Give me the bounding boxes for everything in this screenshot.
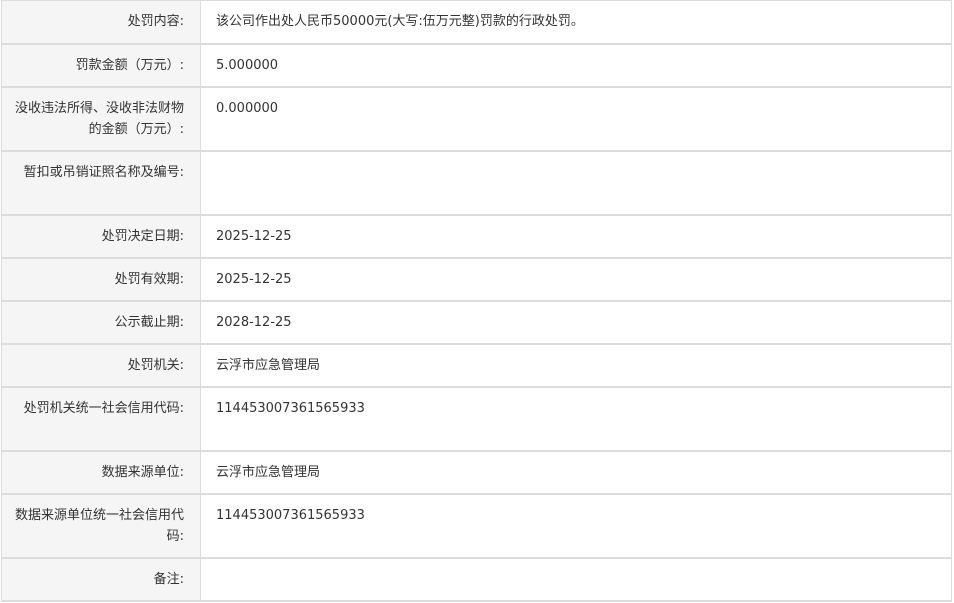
table-row: 数据来源单位: 云浮市应急管理局 xyxy=(1,450,952,495)
data-source-credit-code-label: 数据来源单位统一社会信用代码: xyxy=(1,493,201,559)
decision-date-value: 2025-12-25 xyxy=(200,214,952,259)
data-source-value: 云浮市应急管理局 xyxy=(200,450,952,495)
license-suspension-label: 暂扣或吊销证照名称及编号: xyxy=(1,150,201,216)
table-row: 公示截止期: 2028-12-25 xyxy=(1,300,952,345)
confiscation-amount-value: 0.000000 xyxy=(200,86,952,152)
penalty-authority-value: 云浮市应急管理局 xyxy=(200,343,952,388)
data-source-credit-code-value: 114453007361565933 xyxy=(200,493,952,559)
data-source-label: 数据来源单位: xyxy=(1,450,201,495)
table-row: 处罚机关统一社会信用代码: 114453007361565933 xyxy=(1,386,952,452)
table-row: 数据来源单位统一社会信用代码: 114453007361565933 xyxy=(1,493,952,559)
table-row: 处罚决定日期: 2025-12-25 xyxy=(1,214,952,259)
confiscation-amount-label: 没收违法所得、没收非法财物的金额（万元）: xyxy=(1,86,201,152)
table-row: 没收违法所得、没收非法财物的金额（万元）: 0.000000 xyxy=(1,86,952,152)
authority-credit-code-value: 114453007361565933 xyxy=(200,386,952,452)
remarks-label: 备注: xyxy=(1,557,201,602)
table-row: 罚款金额（万元）: 5.000000 xyxy=(1,43,952,88)
table-row: 备注: xyxy=(1,557,952,602)
license-suspension-value xyxy=(200,150,952,216)
validity-date-label: 处罚有效期: xyxy=(1,257,201,302)
table-row: 处罚机关: 云浮市应急管理局 xyxy=(1,343,952,388)
table-row: 处罚内容: 该公司作出处人民币50000元(大写:伍万元整)罚款的行政处罚。 xyxy=(1,0,952,45)
penalty-content-value: 该公司作出处人民币50000元(大写:伍万元整)罚款的行政处罚。 xyxy=(200,0,952,45)
penalty-authority-label: 处罚机关: xyxy=(1,343,201,388)
publicity-deadline-label: 公示截止期: xyxy=(1,300,201,345)
table-row: 处罚有效期: 2025-12-25 xyxy=(1,257,952,302)
authority-credit-code-label: 处罚机关统一社会信用代码: xyxy=(1,386,201,452)
publicity-deadline-value: 2028-12-25 xyxy=(200,300,952,345)
remarks-value xyxy=(200,557,952,602)
decision-date-label: 处罚决定日期: xyxy=(1,214,201,259)
fine-amount-value: 5.000000 xyxy=(200,43,952,88)
validity-date-value: 2025-12-25 xyxy=(200,257,952,302)
penalty-detail-table: 处罚内容: 该公司作出处人民币50000元(大写:伍万元整)罚款的行政处罚。 罚… xyxy=(1,0,952,602)
penalty-content-label: 处罚内容: xyxy=(1,0,201,45)
fine-amount-label: 罚款金额（万元）: xyxy=(1,43,201,88)
table-row: 暂扣或吊销证照名称及编号: xyxy=(1,150,952,216)
